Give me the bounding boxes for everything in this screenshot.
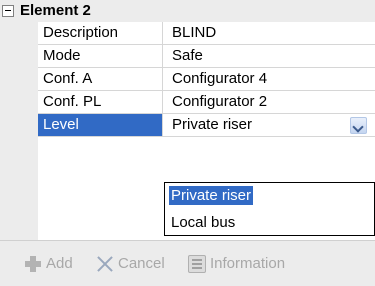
chevron-down-icon[interactable] <box>350 117 367 134</box>
property-value[interactable]: BLIND <box>164 22 375 44</box>
category-header: Element 2 <box>0 0 375 22</box>
combobox-value: Private riser <box>172 116 253 133</box>
property-row-conf-pl[interactable]: Conf. PL Configurator 2 <box>38 91 375 114</box>
dropdown-option-local-bus[interactable]: Local bus <box>166 211 374 234</box>
property-row-mode[interactable]: Mode Safe <box>38 45 375 68</box>
minus-box-icon[interactable] <box>2 5 14 17</box>
cancel-button-label: Cancel <box>118 255 165 272</box>
property-label: Level <box>38 114 163 136</box>
information-button-label: Information <box>210 255 286 272</box>
dropdown-option-private-riser[interactable]: Private riser <box>166 184 374 207</box>
property-value[interactable]: Configurator 4 <box>164 68 375 90</box>
information-icon <box>188 255 206 274</box>
category-title: Element 2 <box>20 2 91 19</box>
plus-icon <box>24 255 42 273</box>
property-label: Conf. PL <box>38 91 163 113</box>
property-value[interactable]: Safe <box>164 45 375 67</box>
property-value[interactable]: Configurator 2 <box>164 91 375 113</box>
property-label: Mode <box>38 45 163 67</box>
cancel-button[interactable]: Cancel <box>96 254 165 274</box>
property-row-description[interactable]: Description BLIND <box>38 22 375 45</box>
property-label: Description <box>38 22 163 44</box>
x-icon <box>96 255 114 273</box>
level-dropdown-list: Private riser Local bus <box>164 182 375 236</box>
add-button[interactable]: Add <box>24 254 73 274</box>
property-label: Conf. A <box>38 68 163 90</box>
grid-gutter <box>0 0 38 240</box>
property-row-conf-a[interactable]: Conf. A Configurator 4 <box>38 68 375 91</box>
bottom-toolbar: Add Cancel Information <box>0 240 375 286</box>
option-label: Private riser <box>169 186 254 205</box>
option-label: Local bus <box>171 214 236 231</box>
level-combobox[interactable]: Private riser <box>164 114 375 136</box>
information-button[interactable]: Information <box>188 254 285 274</box>
add-button-label: Add <box>46 255 73 272</box>
property-row-level[interactable]: Level Private riser <box>38 114 375 137</box>
